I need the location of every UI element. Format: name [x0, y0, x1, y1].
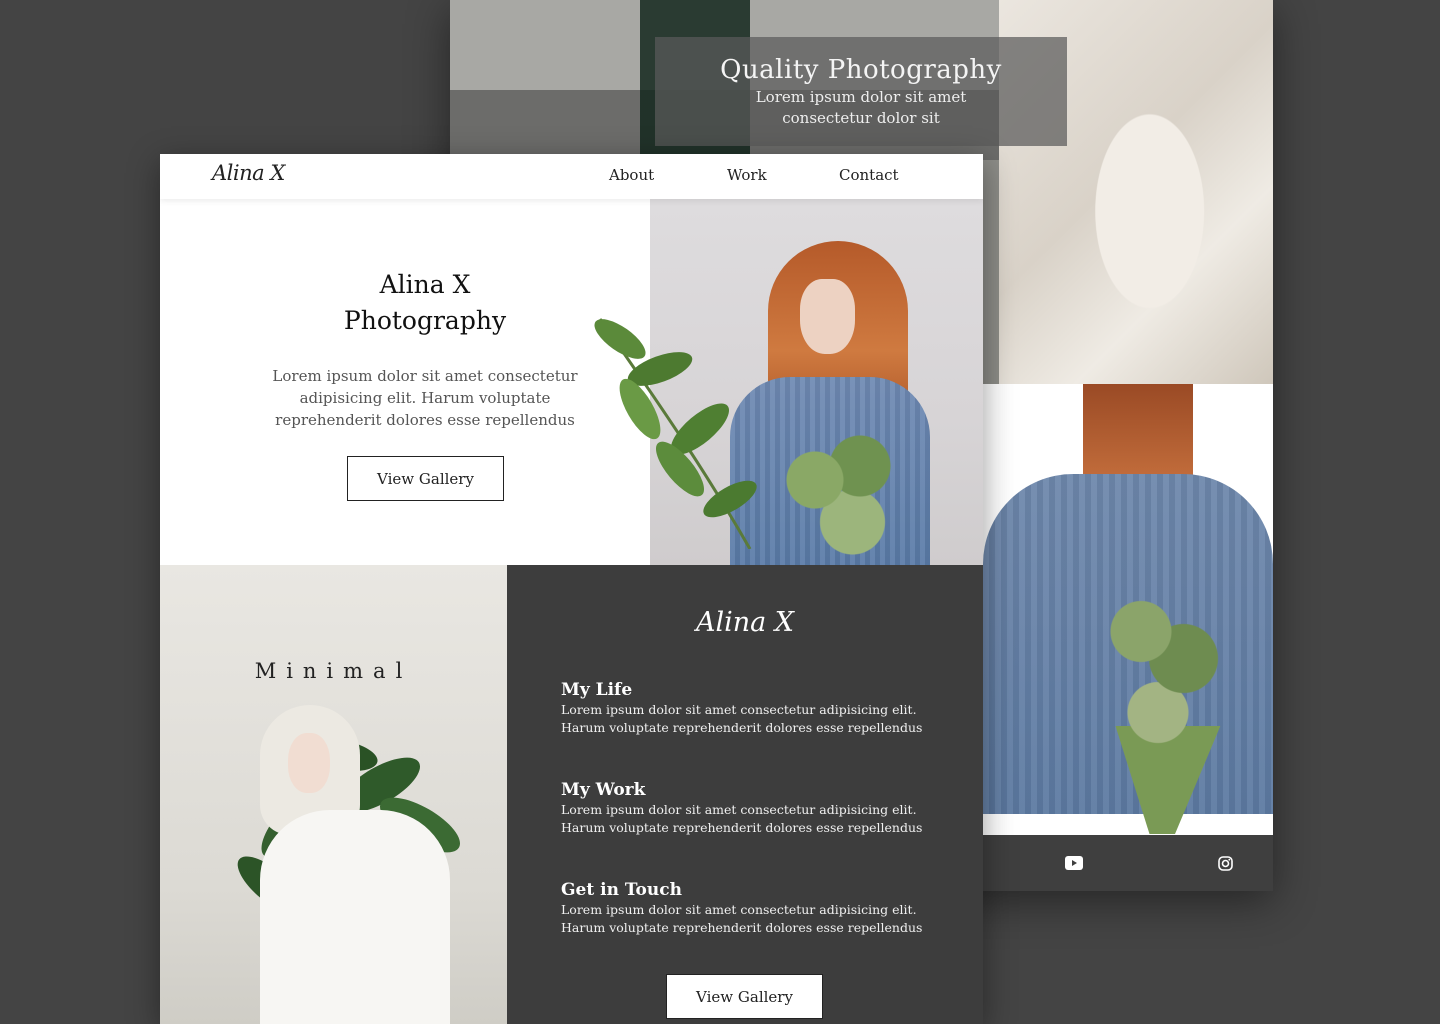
section-text: Lorem ipsum dolor sit amet consectetur a… — [561, 902, 923, 935]
navbar: Alina X About Work Contact — [160, 154, 983, 199]
front-page-preview: Alina X About Work Contact Alina X Photo… — [160, 154, 983, 1024]
photo-white-jacket — [260, 810, 450, 1024]
photo-face — [288, 733, 330, 793]
decorative-leaves — [594, 318, 757, 549]
section-title: My Work — [561, 780, 646, 800]
back-page-title: Quality Photography — [720, 55, 1002, 85]
photo-woman-back-bouquet — [983, 384, 1273, 835]
photo-bouquet — [770, 424, 920, 564]
photo-face — [800, 279, 855, 354]
back-page-subtitle: Lorem ipsum dolor sit amet consectetur d… — [755, 88, 967, 127]
hero-section: Alina X Photography Lorem ipsum dolor si… — [160, 199, 983, 565]
section-title: Get in Touch — [561, 880, 682, 900]
instagram-icon[interactable] — [1214, 852, 1236, 874]
section-my-life: My Life Lorem ipsum dolor sit amet conse… — [561, 679, 961, 737]
section-title: My Life — [561, 680, 633, 700]
section-text: Lorem ipsum dolor sit amet consectetur a… — [561, 702, 923, 735]
youtube-icon[interactable] — [1063, 852, 1085, 874]
minimal-photo-panel: Minimal — [160, 565, 507, 1024]
nav-about[interactable]: About — [609, 166, 654, 184]
section-text: Lorem ipsum dolor sit amet consectetur a… — [561, 802, 923, 835]
hero-title-line2: Photography — [343, 306, 507, 335]
minimal-label: Minimal — [254, 659, 413, 683]
hero-description: Lorem ipsum dolor sit amet consectetur a… — [272, 367, 578, 429]
hero-title-line1: Alina X — [379, 270, 471, 299]
hero-view-gallery-button[interactable]: View Gallery — [347, 456, 504, 501]
section-my-work: My Work Lorem ipsum dolor sit amet conse… — [561, 779, 961, 837]
back-page-hero-overlay: Quality Photography Lorem ipsum dolor si… — [655, 37, 1067, 146]
nav-work[interactable]: Work — [727, 166, 767, 184]
hero-title: Alina X Photography — [310, 267, 540, 339]
logo[interactable]: Alina X — [212, 161, 285, 185]
info-panel: Alina X My Life Lorem ipsum dolor sit am… — [507, 565, 983, 1024]
info-view-gallery-button[interactable]: View Gallery — [666, 974, 823, 1019]
section-get-in-touch: Get in Touch Lorem ipsum dolor sit amet … — [561, 879, 961, 937]
info-logo: Alina X — [695, 607, 795, 638]
nav-contact[interactable]: Contact — [839, 166, 899, 184]
back-page-footer — [983, 835, 1273, 891]
